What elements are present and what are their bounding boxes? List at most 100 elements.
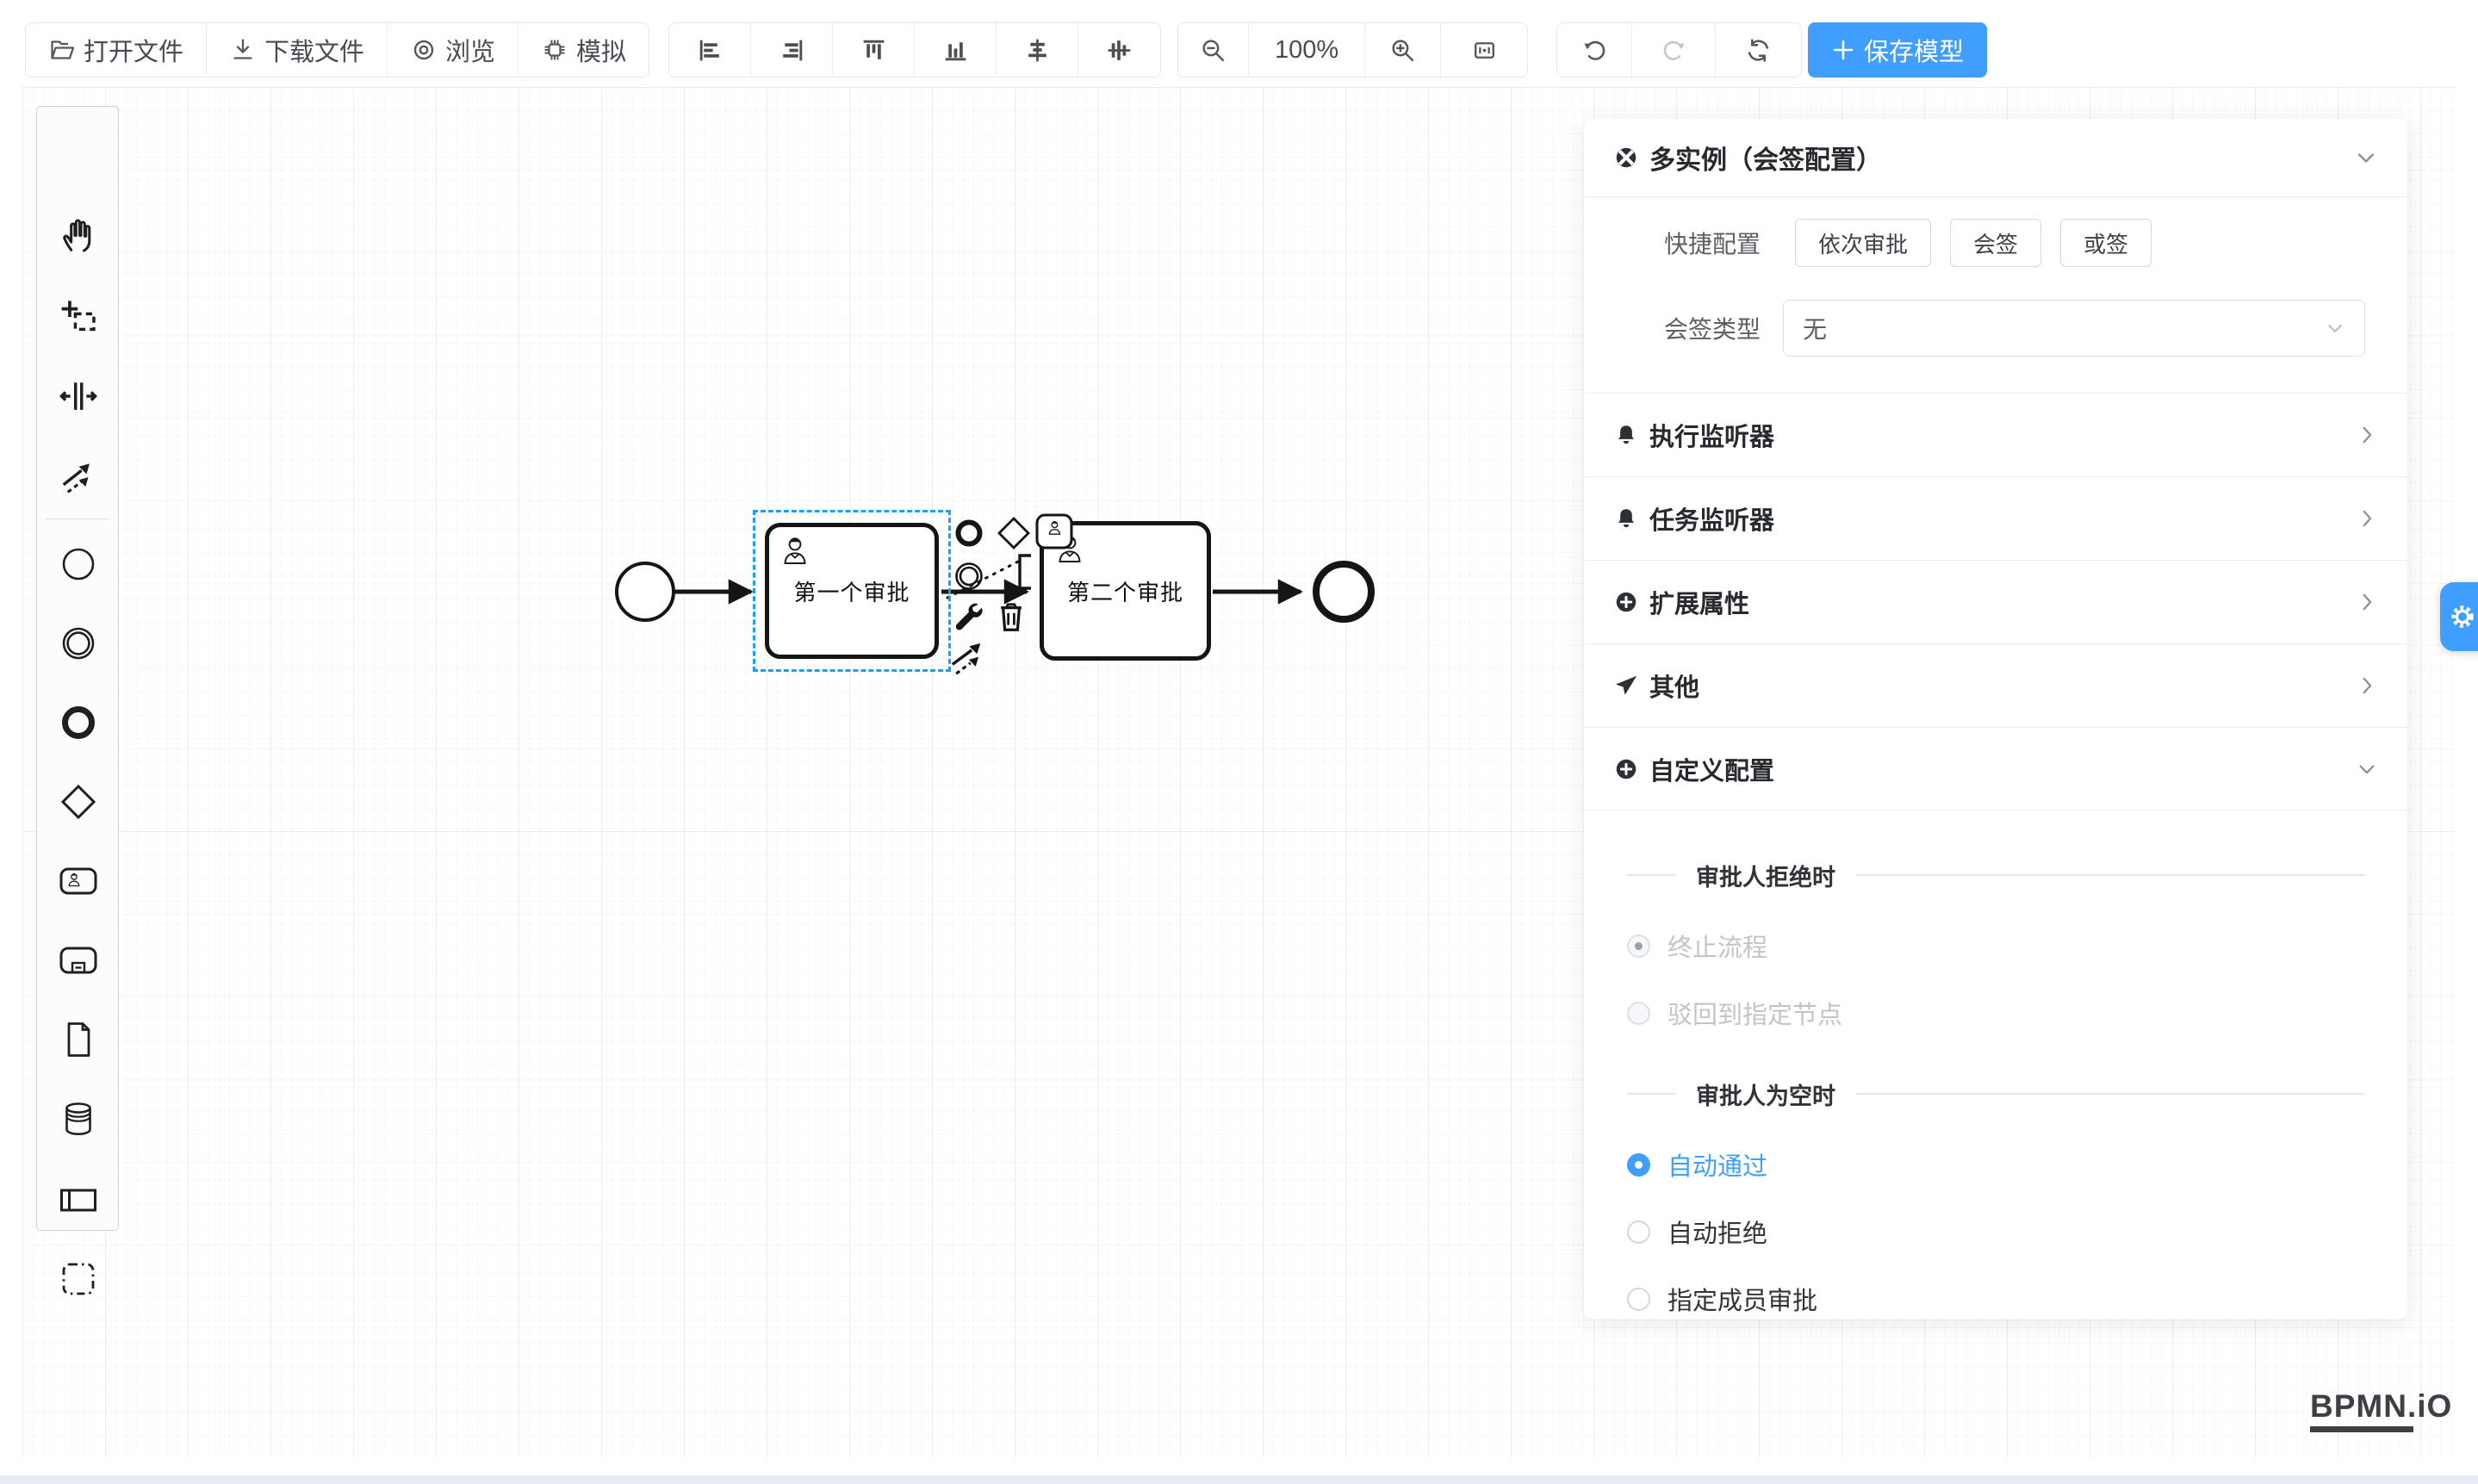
- align-center-button[interactable]: [997, 23, 1078, 77]
- task-label: 第二个审批: [1067, 575, 1183, 607]
- section-custom-config[interactable]: 自定义配置: [1584, 727, 2407, 810]
- create-participant[interactable]: [59, 1180, 98, 1220]
- divider-line: [1856, 874, 2364, 876]
- folder-open-icon: [48, 36, 76, 64]
- section-other[interactable]: 其他: [1584, 643, 2407, 727]
- align-bottom-button[interactable]: [915, 23, 997, 77]
- task-shape-first[interactable]: 第一个审批: [765, 523, 939, 659]
- fit-viewport-icon: [1470, 36, 1499, 65]
- preview-eye-icon: [410, 36, 438, 64]
- bpmn-io-logo[interactable]: BPMN.iO: [2310, 1388, 2452, 1432]
- quick-option-orsign[interactable]: 或签: [2060, 219, 2152, 267]
- append-gateway[interactable]: [993, 512, 1034, 554]
- radio-icon: [1627, 934, 1650, 958]
- lasso-icon: [59, 297, 98, 337]
- create-user-task[interactable]: [59, 861, 98, 901]
- radio-return-to-node[interactable]: 驳回到指定节点: [1584, 994, 2407, 1032]
- end-event-shape[interactable]: [1313, 561, 1375, 623]
- radio-icon: [1627, 1288, 1650, 1311]
- align-left-icon: [696, 36, 724, 65]
- radio-label: 终止流程: [1668, 928, 1767, 964]
- space-tool[interactable]: [59, 376, 98, 416]
- download-file-button[interactable]: 下载文件: [207, 23, 388, 77]
- align-right-button[interactable]: [751, 23, 833, 77]
- palette-divider: [46, 518, 109, 519]
- quick-option-sequential[interactable]: 依次审批: [1795, 219, 1931, 267]
- create-end-event[interactable]: [59, 703, 98, 742]
- radio-assign-member[interactable]: 指定成员审批: [1584, 1280, 2407, 1318]
- section-label: 自定义配置: [1649, 751, 2356, 787]
- create-intermediate-event[interactable]: [59, 624, 98, 663]
- undo-icon: [1581, 36, 1609, 65]
- align-middle-icon: [1105, 36, 1133, 65]
- radio-terminate-process[interactable]: 终止流程: [1584, 927, 2407, 965]
- preview-button[interactable]: 浏览: [388, 23, 519, 77]
- undo-button[interactable]: [1557, 23, 1632, 77]
- section-execution-listener[interactable]: 执行监听器: [1584, 393, 2407, 476]
- task-label: 第一个审批: [793, 575, 910, 607]
- user-task-icon: [59, 861, 98, 901]
- quick-option-countersign[interactable]: 会签: [1950, 219, 2041, 267]
- create-gateway[interactable]: [59, 782, 98, 822]
- download-icon: [229, 36, 257, 64]
- radio-auto-reject[interactable]: 自动拒绝: [1584, 1213, 2407, 1251]
- redo-button[interactable]: [1632, 23, 1716, 77]
- save-model-button[interactable]: 保存模型: [1808, 22, 1987, 78]
- align-top-button[interactable]: [833, 23, 915, 77]
- append-text-annotation[interactable]: [1015, 552, 1034, 592]
- align-bottom-icon: [941, 36, 970, 65]
- file-actions-group: 打开文件 下载文件 浏览 模拟: [25, 22, 649, 78]
- change-element-type[interactable]: [947, 597, 987, 633]
- align-left-button[interactable]: [669, 23, 751, 77]
- panel-header[interactable]: 多实例（会签配置）: [1584, 119, 2407, 197]
- zoom-out-button[interactable]: [1178, 23, 1249, 77]
- empty-divider-label: 审批人为空时: [1696, 1077, 1835, 1111]
- append-intermediate-event[interactable]: [950, 557, 988, 595]
- section-label: 其他: [1649, 667, 2356, 704]
- logo-text: BPMN.iO: [2310, 1388, 2452, 1425]
- history-group: [1556, 22, 1802, 78]
- align-middle-button[interactable]: [1078, 23, 1160, 77]
- subprocess-icon: [59, 941, 98, 980]
- hand-tool[interactable]: [59, 215, 98, 255]
- group-icon: [59, 1259, 98, 1299]
- reject-divider-label: 审批人拒绝时: [1696, 859, 1835, 892]
- bottom-scrollbar-track[interactable]: [0, 1475, 2478, 1484]
- sign-type-select[interactable]: 无: [1783, 300, 2365, 357]
- create-start-event[interactable]: [59, 544, 98, 584]
- lasso-tool[interactable]: [59, 297, 98, 337]
- radio-auto-pass[interactable]: 自动通过: [1584, 1146, 2407, 1183]
- append-end-event[interactable]: [950, 514, 988, 552]
- start-event-icon: [59, 544, 98, 584]
- start-event-shape[interactable]: [615, 562, 675, 622]
- divider-line: [1627, 874, 1675, 876]
- radio-label: 自动拒绝: [1668, 1214, 1767, 1250]
- create-group[interactable]: [59, 1259, 98, 1299]
- zoom-out-icon: [1199, 36, 1227, 65]
- create-data-store[interactable]: [59, 1099, 98, 1139]
- append-user-task[interactable]: [1034, 512, 1074, 550]
- align-group: [668, 22, 1161, 78]
- delete-element[interactable]: [992, 596, 1030, 636]
- section-task-listener[interactable]: 任务监听器: [1584, 476, 2407, 560]
- fit-viewport-button[interactable]: [1441, 23, 1527, 77]
- create-data-object[interactable]: [59, 1020, 98, 1059]
- bell-icon: [1613, 422, 1639, 448]
- section-extension-properties[interactable]: 扩展属性: [1584, 560, 2407, 643]
- radio-icon: [1627, 1153, 1650, 1177]
- connect-tool[interactable]: [946, 636, 994, 677]
- align-center-icon: [1023, 36, 1052, 65]
- chevron-right-icon: [2356, 674, 2378, 697]
- create-subprocess[interactable]: [59, 941, 98, 980]
- chevron-down-icon[interactable]: [2354, 146, 2378, 170]
- open-file-button[interactable]: 打开文件: [26, 23, 207, 77]
- reset-button[interactable]: [1716, 23, 1801, 77]
- intermediate-event-icon: [59, 624, 98, 663]
- simulate-button[interactable]: 模拟: [519, 23, 649, 77]
- chevron-down-icon: [2325, 318, 2345, 338]
- zoom-in-button[interactable]: [1365, 23, 1441, 77]
- panel-toggle-tab[interactable]: [2440, 582, 2478, 651]
- bell-icon: [1613, 506, 1639, 531]
- connection-tool[interactable]: [59, 456, 98, 495]
- plus-circle-icon: [1613, 756, 1639, 782]
